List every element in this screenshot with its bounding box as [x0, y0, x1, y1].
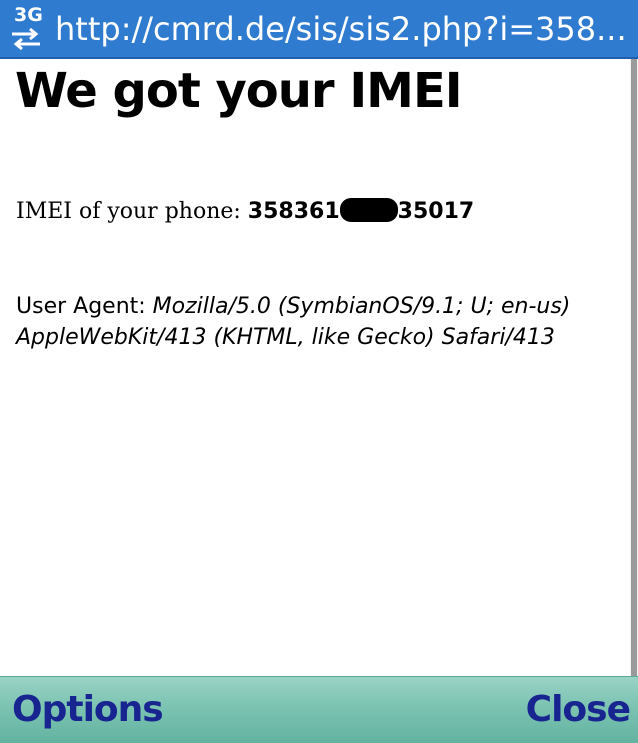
vertical-scrollbar[interactable] [630, 59, 638, 676]
url-bar[interactable]: 3G http://cmrd.de/sis/sis2.php?i=358... [0, 0, 638, 59]
network-type-label: 3G [14, 4, 43, 26]
network-indicator: 3G [8, 4, 52, 52]
close-softkey[interactable]: Close [526, 687, 631, 733]
imei-prefix: 358361 [247, 199, 340, 224]
page-content: We got your IMEI IMEI of your phone: 358… [0, 59, 630, 676]
page-heading: We got your IMEI [15, 63, 463, 119]
redaction-mark [339, 198, 398, 222]
softkey-bar: Options Close [0, 676, 638, 743]
imei-value: 358361 35017 [247, 198, 475, 224]
user-agent-label: User Agent: [16, 294, 146, 319]
data-transfer-arrows-icon [12, 28, 40, 50]
url-text[interactable]: http://cmrd.de/sis/sis2.php?i=358... [55, 8, 635, 50]
imei-suffix: 35017 [397, 199, 475, 224]
imei-line: IMEI of your phone: 358361 35017 [16, 197, 474, 227]
browser-screen: 3G http://cmrd.de/sis/sis2.php?i=358... … [0, 0, 638, 743]
imei-label: IMEI of your phone: [16, 199, 241, 224]
scrollbar-thumb[interactable] [631, 59, 637, 676]
user-agent-block: User Agent: Mozilla/5.0 (SymbianOS/9.1; … [16, 291, 606, 353]
options-softkey[interactable]: Options [12, 687, 164, 733]
